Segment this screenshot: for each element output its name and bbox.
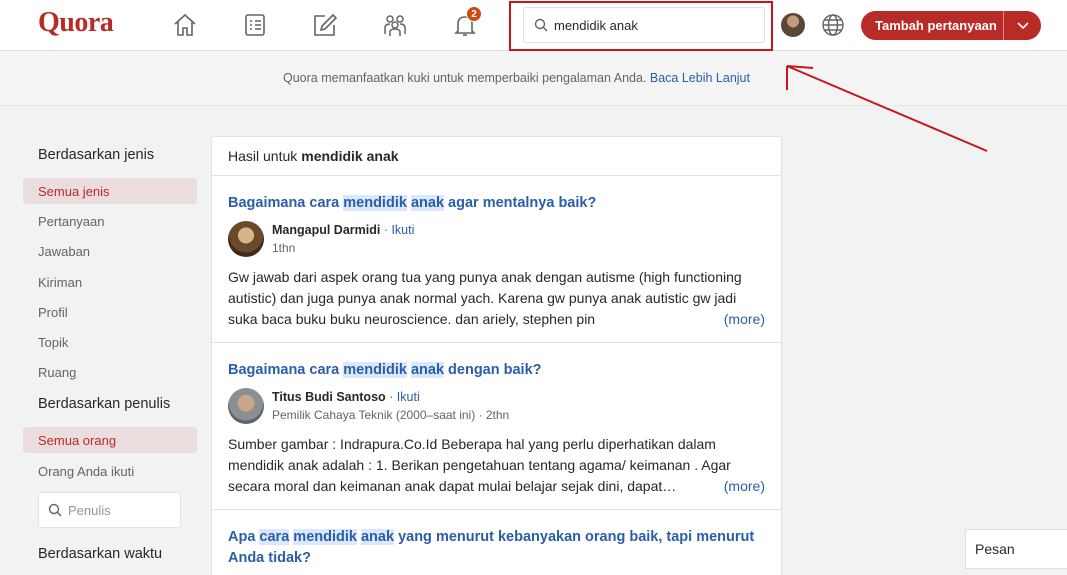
home-icon[interactable] <box>170 10 200 40</box>
title-highlight: mendidik <box>293 529 357 545</box>
follow-link[interactable]: · Ikuti <box>384 223 415 237</box>
author-credential: Pemilik Cahaya Teknik (2000–saat ini) · … <box>272 408 510 422</box>
title-highlight: anak <box>410 362 445 378</box>
follow-link[interactable]: · Ikuti <box>389 390 420 404</box>
filter-all-people[interactable]: Semua orang <box>23 427 197 453</box>
messages-button[interactable]: Pesan <box>965 529 1067 569</box>
globe-icon[interactable] <box>820 12 846 38</box>
answer-pencil-icon[interactable] <box>310 10 340 40</box>
more-link[interactable]: (more) <box>705 309 765 330</box>
title-text: Bagaimana cara <box>228 195 344 211</box>
filter-people-you-follow[interactable]: Orang Anda ikuti <box>23 458 197 484</box>
title-highlight: anak <box>360 529 395 545</box>
title-text: Apa <box>228 529 260 545</box>
filter-questions[interactable]: Pertanyaan <box>23 208 197 234</box>
author-search-input[interactable] <box>68 502 178 518</box>
results-query: mendidik anak <box>301 148 399 164</box>
top-nav: Quora 2 Tambah pertanyaan <box>0 0 1067 51</box>
cookie-text: Quora memanfaatkan kuki untuk memperbaik… <box>283 71 647 85</box>
result-card: Apa cara mendidik anak yang menurut keba… <box>212 510 781 569</box>
result-card: Bagaimana cara mendidik anak agar mental… <box>212 176 781 343</box>
annotation-arrow <box>786 65 988 152</box>
title-text: agar mentalnya baik? <box>444 195 597 211</box>
author-avatar[interactable] <box>228 221 264 257</box>
author-meta-text: Mangapul Darmidi · Ikuti 1thn <box>272 221 414 255</box>
search-icon <box>48 503 62 517</box>
author-credential: 1thn <box>272 241 296 255</box>
filter-posts[interactable]: Kiriman <box>23 269 197 295</box>
author-meta: Mangapul Darmidi · Ikuti 1thn <box>228 221 765 257</box>
author-name[interactable]: Mangapul Darmidi <box>272 223 380 237</box>
author-meta: Titus Budi Santoso · Ikuti Pemilik Cahay… <box>228 388 765 424</box>
result-card: Bagaimana cara mendidik anak dengan baik… <box>212 343 781 510</box>
filter-time-heading: Berdasarkan waktu <box>38 546 163 562</box>
quora-logo[interactable]: Quora <box>38 7 114 39</box>
author-name[interactable]: Titus Budi Santoso <box>272 390 386 404</box>
filter-topics[interactable]: Topik <box>23 329 197 355</box>
cookie-learn-more-link[interactable]: Baca Lebih Lanjut <box>650 71 750 85</box>
cookie-text-wrap: Quora memanfaatkan kuki untuk memperbaik… <box>283 71 750 85</box>
notification-badge: 2 <box>466 6 482 22</box>
answer-snippet[interactable]: Sumber gambar : Indrapura.Co.Id Beberapa… <box>228 434 765 497</box>
filter-spaces[interactable]: Ruang <box>23 359 197 385</box>
search-highlight-box <box>509 1 773 51</box>
filter-answers[interactable]: Jawaban <box>23 238 197 264</box>
filter-profiles[interactable]: Profil <box>23 299 197 325</box>
add-question-label: Tambah pertanyaan <box>875 18 997 33</box>
title-text: dengan baik? <box>444 362 542 378</box>
question-title-link[interactable]: Apa cara mendidik anak yang menurut keba… <box>228 527 765 569</box>
answer-snippet[interactable]: Gw jawab dari aspek orang tua yang punya… <box>228 267 765 330</box>
question-title-link[interactable]: Bagaimana cara mendidik anak agar mental… <box>228 193 765 214</box>
spaces-people-icon[interactable] <box>380 10 410 40</box>
following-list-icon[interactable] <box>240 10 270 40</box>
results-heading: Hasil untuk mendidik anak <box>212 137 781 176</box>
profile-avatar[interactable] <box>781 13 805 37</box>
filter-type-heading: Berdasarkan jenis <box>38 147 155 163</box>
author-search-field[interactable] <box>38 492 181 528</box>
title-highlight: anak <box>410 195 445 211</box>
search-results-panel: Hasil untuk mendidik anak Bagaimana cara… <box>211 136 782 575</box>
snippet-text: Gw jawab dari aspek orang tua yang punya… <box>228 269 742 327</box>
add-question-button[interactable]: Tambah pertanyaan <box>861 11 1041 40</box>
question-title-link[interactable]: Bagaimana cara mendidik anak dengan baik… <box>228 360 765 381</box>
snippet-text: Sumber gambar : Indrapura.Co.Id Beberapa… <box>228 436 731 494</box>
title-highlight: cara <box>259 529 290 545</box>
more-link[interactable]: (more) <box>705 476 765 497</box>
title-highlight: mendidik <box>343 195 407 211</box>
chevron-down-icon[interactable] <box>1004 21 1041 30</box>
results-heading-prefix: Hasil untuk <box>228 148 298 164</box>
author-meta-text: Titus Budi Santoso · Ikuti Pemilik Cahay… <box>272 388 509 422</box>
filter-all-types[interactable]: Semua jenis <box>23 178 197 204</box>
title-text: Bagaimana cara <box>228 362 344 378</box>
author-avatar[interactable] <box>228 388 264 424</box>
title-highlight: mendidik <box>343 362 407 378</box>
author-line: Mangapul Darmidi · Ikuti <box>272 223 414 237</box>
filter-author-heading: Berdasarkan penulis <box>38 396 171 412</box>
author-line: Titus Budi Santoso · Ikuti <box>272 390 509 404</box>
